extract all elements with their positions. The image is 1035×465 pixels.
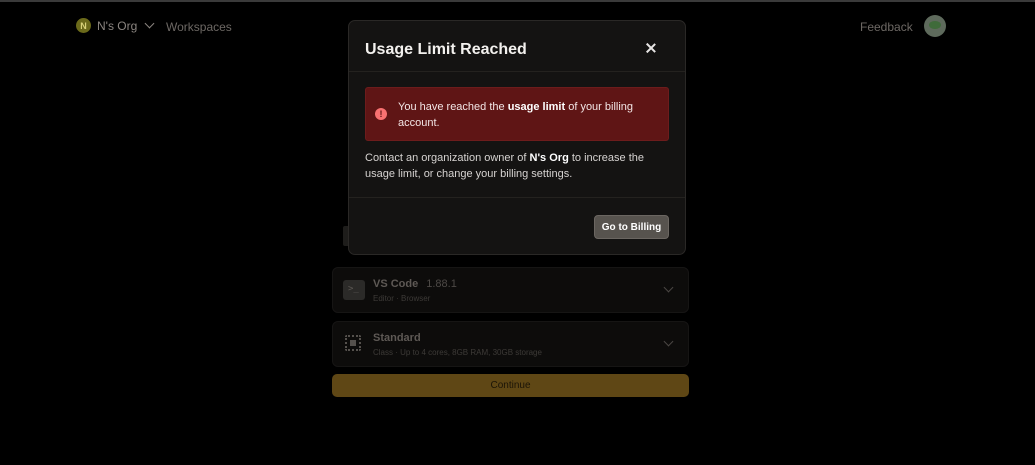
dialog-body-text: Contact an organization owner of N's Org… <box>365 152 645 180</box>
nav-feedback-link[interactable]: Feedback <box>860 20 913 34</box>
chevron-down-icon[interactable] <box>663 282 674 293</box>
editor-card-subtitle: Editor · Browser <box>373 294 431 303</box>
editor-card-title: VS Code 1.88.1 <box>373 278 457 290</box>
org-name-emphasis: N's Org <box>529 152 569 164</box>
org-name: N's Org <box>97 18 138 33</box>
dialog-title: Usage Limit Reached <box>365 41 527 58</box>
dialog-footer: Go to Billing <box>349 197 685 255</box>
error-icon: ! <box>375 108 387 120</box>
class-card-subtitle: Class · Up to 4 cores, 8GB RAM, 30GB sto… <box>373 348 542 357</box>
go-to-billing-button[interactable]: Go to Billing <box>594 215 669 239</box>
terminal-icon: >_ <box>343 280 365 300</box>
org-avatar: N <box>76 18 91 33</box>
class-card-title: Standard <box>373 332 421 344</box>
close-icon[interactable] <box>643 41 659 57</box>
user-avatar[interactable] <box>924 15 946 37</box>
dialog-header: Usage Limit Reached <box>349 21 685 72</box>
editor-select-card[interactable]: >_ VS Code 1.88.1 Editor · Browser <box>332 267 689 313</box>
class-select-card[interactable]: Standard Class · Up to 4 cores, 8GB RAM,… <box>332 321 689 367</box>
alert-message: You have reached the usage limit of your… <box>398 101 634 129</box>
org-switcher[interactable]: N N's Org <box>76 18 155 33</box>
chevron-down-icon[interactable] <box>663 336 674 347</box>
error-alert: ! You have reached the usage limit of yo… <box>365 87 669 141</box>
editor-version: 1.88.1 <box>426 278 457 290</box>
chevron-down-icon <box>144 18 155 29</box>
usage-limit-dialog: Usage Limit Reached ! You have reached t… <box>348 20 686 255</box>
cpu-icon <box>345 335 361 351</box>
alert-emphasis: usage limit <box>507 101 566 113</box>
nav-workspaces-link[interactable]: Workspaces <box>166 20 232 34</box>
continue-button[interactable]: Continue <box>332 374 689 397</box>
